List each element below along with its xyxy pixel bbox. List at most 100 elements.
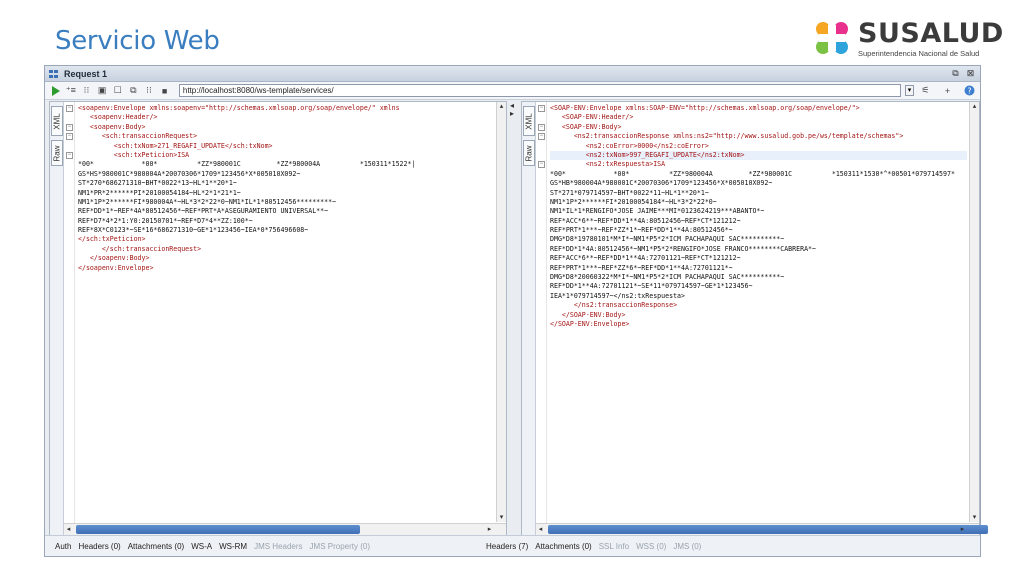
code-line: IEA*1*079714597~</ns2:txRespuesta>: [550, 291, 685, 300]
fold-toggle-icon[interactable]: −: [538, 161, 545, 168]
bottom-tab-ws-rm[interactable]: WS-RM: [219, 542, 247, 551]
response-fold-gutter: − − − −: [537, 102, 547, 535]
code-line: </SOAP-ENV:Envelope>: [550, 319, 630, 328]
slide: Servicio Web SUSALUD Superintendencia Na…: [0, 0, 1024, 576]
bottom-tab-jms-headers[interactable]: JMS Headers: [254, 542, 302, 551]
code-line: DMG*D8*20060322*M*I*~NM1*P5*2*ICM PACHAP…: [550, 273, 785, 282]
code-line: </ns2:transaccionResponse>: [550, 301, 678, 310]
scroll-right-icon[interactable]: ▸: [485, 525, 494, 534]
close-window-icon[interactable]: ⊠: [965, 68, 976, 79]
stop-icon[interactable]: ■: [159, 85, 170, 96]
fold-toggle-icon[interactable]: −: [66, 105, 73, 112]
response-horizontal-scrollbar[interactable]: ◂ ▸: [536, 523, 988, 535]
code-line: </sch:transaccionRequest>: [78, 244, 202, 253]
response-vertical-scrollbar[interactable]: ▴ ▾: [969, 102, 979, 522]
scroll-down-icon[interactable]: ▾: [497, 513, 506, 522]
code-line: <ns2:transaccionResponse xmlns:ns2="http…: [550, 132, 904, 141]
fold-toggle-icon[interactable]: −: [66, 133, 73, 140]
code-line: REF*ACC*6**~REF*DD*1**4A:72701121~REF*CT…: [550, 254, 741, 263]
response-raw-tab[interactable]: Raw: [523, 140, 535, 166]
fold-toggle-icon[interactable]: −: [66, 124, 73, 131]
code-line: REF*PRT*1***~REF*ZZ*6*~REF*DD*1**4A:7270…: [550, 263, 733, 272]
code-line: REF*8X*C0123*~SE*16*686271310~GE*1*12345…: [78, 226, 309, 235]
fold-toggle-icon[interactable]: −: [538, 124, 545, 131]
splitter-right-arrow-icon[interactable]: ▸: [510, 109, 514, 118]
fold-toggle-icon[interactable]: −: [538, 105, 545, 112]
scroll-left-icon[interactable]: ◂: [64, 525, 73, 534]
add-icon[interactable]: +: [942, 85, 953, 96]
susalud-logo-mark-icon: [816, 22, 848, 54]
bottom-tab-headers-0[interactable]: Headers (0): [78, 542, 120, 551]
scroll-down-icon[interactable]: ▾: [970, 513, 979, 522]
response-xml-tab[interactable]: XML: [523, 106, 535, 136]
detach-icon[interactable]: ⧉: [950, 68, 961, 79]
code-line: REF*DD*1**4A:72701121*~SE*11*079714597~G…: [550, 282, 753, 291]
code-line: <sch:txPeticion>ISA: [78, 150, 190, 159]
code-line: REF*DD*1*~REF*4A*80512456*~REF*PRT*A*ASE…: [78, 207, 329, 216]
request-xml-tab[interactable]: XML: [51, 106, 63, 136]
scroll-up-icon[interactable]: ▴: [497, 102, 506, 111]
response-tab-strip: Headers (7) Attachments (0) SSL Info WSS (0…: [486, 542, 701, 551]
code-line: NM1*PR*2******PI*20100054184~HL*2*1*21*1…: [78, 188, 241, 197]
response-xml-content[interactable]: <SOAP-ENV:Envelope xmlns:SOAP-ENV="http:…: [550, 104, 967, 521]
logo-wordmark: SUSALUD: [858, 18, 1004, 49]
request-xml-content[interactable]: <soapenv:Envelope xmlns:soapenv="http://…: [78, 104, 494, 521]
clone-request-icon[interactable]: ▣: [97, 85, 108, 96]
code-line: REF*PRT*1***~REF*ZZ*1*~REF*DD*1**4A:8051…: [550, 226, 733, 235]
fold-toggle-icon[interactable]: −: [538, 133, 545, 140]
code-line: <sch:txNom>271_REGAFI_UPDATE</sch:txNom>: [78, 141, 273, 150]
soapui-request-window: Request 1 ⧉ ⊠ ⁺≡ ⁝⁝ ▣ ☐ ⧉ ⁝⁝ ■ http://lo…: [44, 65, 988, 557]
code-line: </sch:txPeticion>: [78, 235, 146, 244]
code-line: <sch:transaccionRequest>: [78, 132, 198, 141]
scroll-left-icon[interactable]: ◂: [536, 525, 545, 534]
code-line: NM1*IL*1*RENGIFO*JOSE JAIME***MI*0123624…: [550, 207, 765, 216]
code-line: <ns2:coError>0000</ns2:coError>: [550, 141, 709, 150]
code-line: <SOAP-ENV:Envelope xmlns:SOAP-ENV="http:…: [550, 104, 860, 112]
add-endpoint-icon[interactable]: ⁺≡: [66, 85, 77, 96]
layout-icon[interactable]: ⁝⁝: [144, 85, 155, 96]
request-vertical-scrollbar[interactable]: ▴ ▾: [496, 102, 506, 522]
response-scroll-thumb[interactable]: [548, 525, 988, 534]
bottom-tab-headers-7[interactable]: Headers (7): [486, 542, 528, 551]
code-line: <SOAP-ENV:Body>: [550, 122, 622, 131]
request-editor: XML Raw − − − − <soapenv:Envelope xmlns:…: [49, 101, 507, 536]
request-tab-strip: Auth Headers (0) Attachments (0) WS-A WS-RM J…: [55, 542, 370, 551]
logo-subtitle: Superintendencia Nacional de Salud: [858, 49, 980, 58]
code-line: ST*271*079714597~BHT*0022*11~HL*1**20*1~: [550, 188, 709, 197]
fold-toggle-icon[interactable]: −: [66, 152, 73, 159]
tile-vertical-icon[interactable]: ⧉: [128, 85, 139, 96]
help-icon[interactable]: ?: [964, 85, 975, 96]
bottom-tab-auth[interactable]: Auth: [55, 542, 71, 551]
window-title: Request 1: [64, 68, 108, 79]
endpoint-url-field[interactable]: http://localhost:8080/ws-template/servic…: [178, 84, 901, 97]
endpoint-dropdown-icon[interactable]: ▾: [904, 85, 914, 96]
code-line: <soapenv:Body>: [78, 122, 146, 131]
scroll-right-icon[interactable]: ▸: [958, 525, 967, 534]
code-line: <SOAP-ENV:Header/>: [550, 113, 634, 122]
svg-text:?: ?: [967, 86, 971, 95]
window-titlebar: Request 1 ⧉ ⊠: [45, 66, 980, 82]
bottom-tab-ssl-info[interactable]: SSL Info: [599, 542, 629, 551]
code-line: <soapenv:Header/>: [78, 113, 158, 122]
settings-icon[interactable]: ⚟: [920, 85, 931, 96]
bottom-tab-ws-a[interactable]: WS-A: [191, 542, 212, 551]
bottom-tab-jms-0[interactable]: JMS (0): [673, 542, 701, 551]
request-icon: [49, 69, 58, 78]
code-line: REF*DD*1*4A:80512456*~NM1*P5*2*RENGIFO*J…: [550, 244, 816, 253]
request-toolbar: ⁺≡ ⁝⁝ ▣ ☐ ⧉ ⁝⁝ ■ http://localhost:8080/w…: [45, 82, 980, 100]
request-scroll-thumb[interactable]: [76, 525, 360, 534]
bottom-tab-attachments-0[interactable]: Attachments (0): [128, 542, 184, 551]
code-line: *00* *00* *ZZ*980004A *ZZ*980001C *15031…: [550, 169, 955, 178]
code-line: GS*HB*980004A*980001C*20070306*1709*1234…: [550, 179, 773, 188]
create-test-case-icon[interactable]: ⁝⁝: [81, 85, 92, 96]
bottom-tab-jms-property-0[interactable]: JMS Property (0): [310, 542, 370, 551]
bottom-tab-wss-0[interactable]: WSS (0): [636, 542, 666, 551]
request-raw-tab[interactable]: Raw: [51, 140, 63, 166]
submit-request-icon[interactable]: [50, 85, 61, 96]
scroll-up-icon[interactable]: ▴: [970, 102, 979, 111]
request-horizontal-scrollbar[interactable]: ◂ ▸: [64, 523, 506, 535]
code-line: <soapenv:Envelope xmlns:soapenv="http://…: [78, 104, 400, 112]
bottom-tab-attachments-0[interactable]: Attachments (0): [535, 542, 591, 551]
tile-horizontal-icon[interactable]: ☐: [112, 85, 123, 96]
pane-splitter[interactable]: ◂ ▸: [508, 101, 520, 536]
